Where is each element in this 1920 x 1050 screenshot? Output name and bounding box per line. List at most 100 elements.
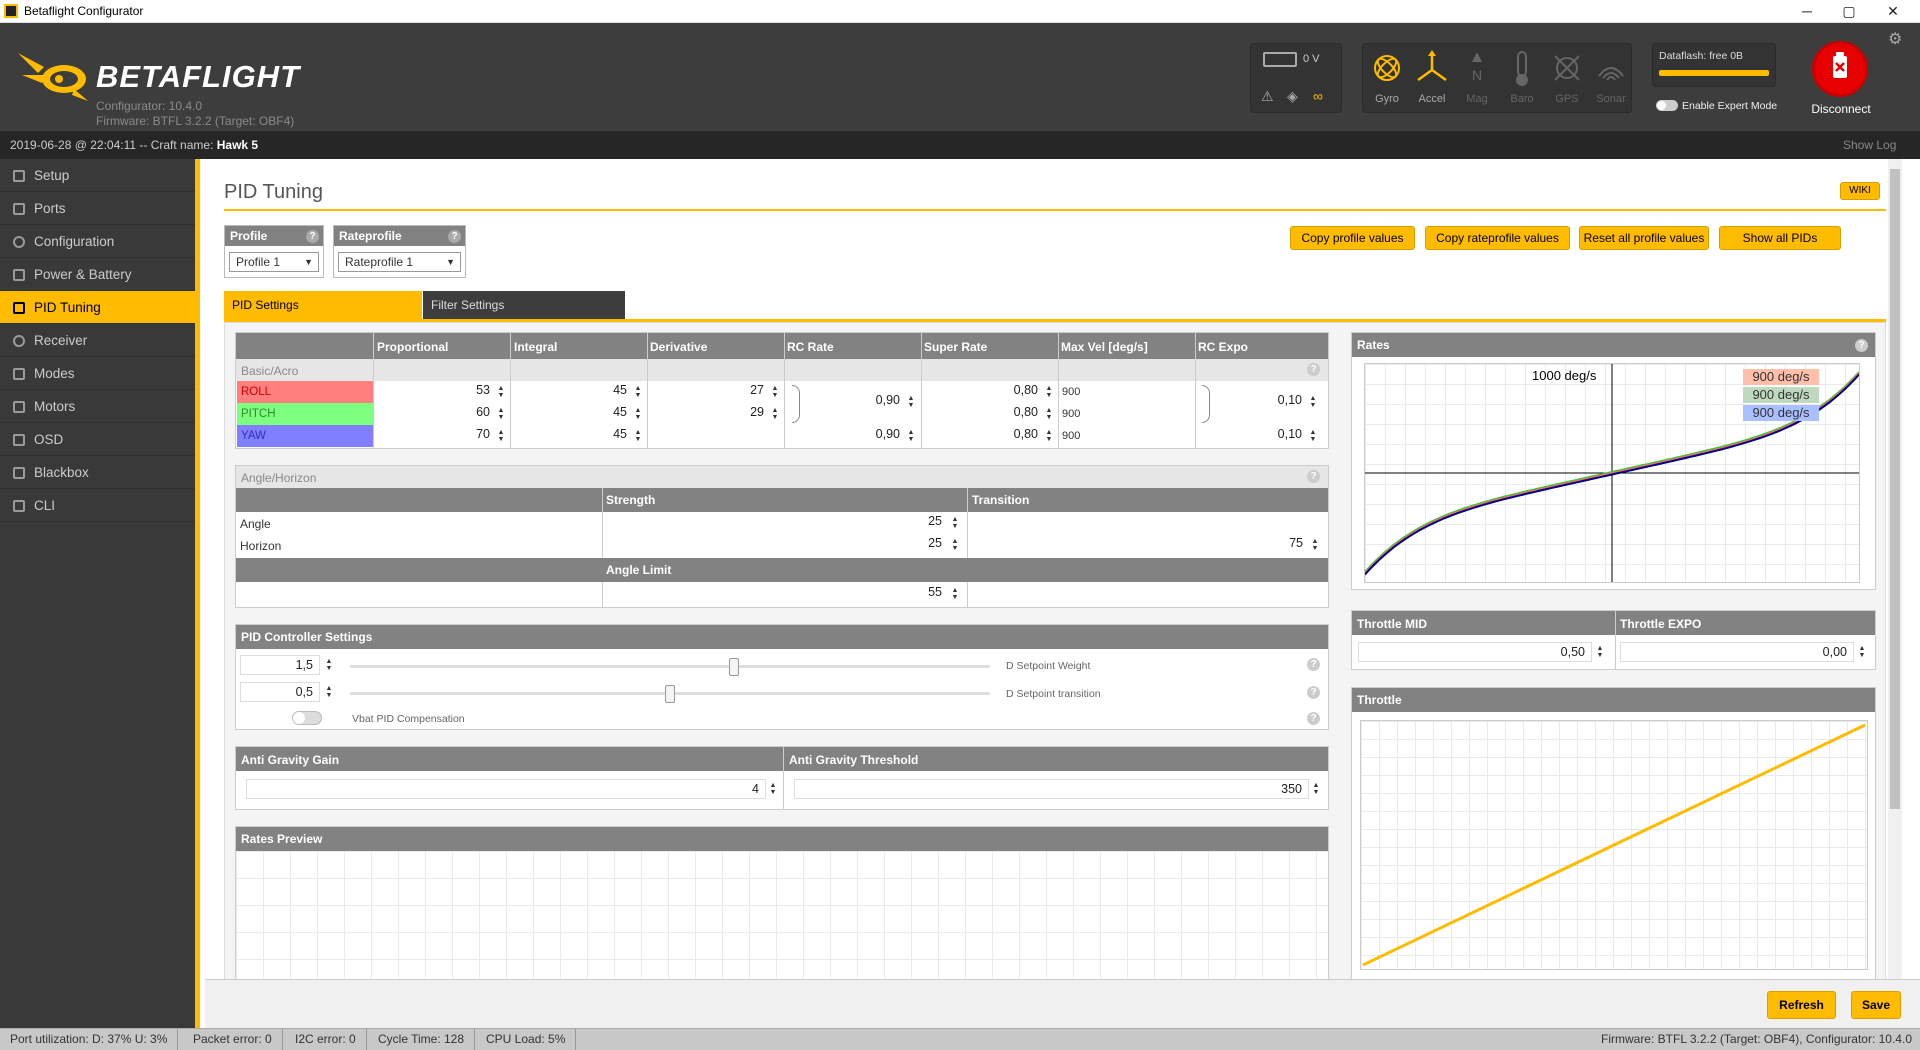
close-button[interactable]: ✕ (1870, 0, 1916, 22)
sidebar-item-receiver[interactable]: Receiver (0, 324, 195, 357)
help-icon[interactable]: ? (306, 230, 319, 243)
rates-preview-canvas[interactable] (236, 851, 1328, 979)
roll-i-input[interactable]: 45 (513, 383, 631, 401)
pitch-super-rate-input[interactable]: 0,80 (924, 405, 1042, 423)
tab-filter-settings[interactable]: Filter Settings (423, 291, 625, 319)
horizon-transition-input[interactable]: 75 (972, 536, 1307, 554)
roll-p-stepper[interactable]: ▲ ▼ (496, 385, 506, 399)
minimize-button[interactable]: ─ (1784, 0, 1830, 22)
horizon-strength-stepper[interactable]: ▲ ▼ (950, 538, 960, 552)
roll-d-stepper[interactable]: ▲ ▼ (770, 385, 780, 399)
yaw-rc-rate-input[interactable]: 0,90 (804, 427, 904, 445)
pitch-d-input[interactable]: 29 (650, 405, 768, 423)
sidebar-item-pid-tuning[interactable]: PID Tuning (0, 291, 195, 324)
disconnect-button[interactable] (1812, 41, 1868, 97)
horizon-transition-stepper[interactable]: ▲ ▼ (1310, 538, 1320, 552)
battery-icon (1263, 52, 1297, 67)
save-button[interactable]: Save (1851, 991, 1901, 1019)
sidebar-item-configuration[interactable]: Configuration (0, 225, 195, 258)
help-icon[interactable]: ? (1307, 712, 1320, 725)
yaw-i-stepper[interactable]: ▲ ▼ (633, 429, 643, 443)
setpoint-transition-slider-thumb[interactable] (665, 685, 675, 703)
rc-expo-stepper[interactable]: ▲ ▼ (1308, 395, 1318, 409)
yaw-rc-expo-stepper[interactable]: ▲ ▼ (1308, 429, 1318, 443)
sidebar-item-motors[interactable]: Motors (0, 390, 195, 423)
yaw-rc-expo-input[interactable]: 0,10 (1214, 427, 1306, 445)
anti-gravity-gain-stepper[interactable]: ▲ ▼ (768, 782, 778, 796)
sidebar-item-power-battery[interactable]: Power & Battery (0, 258, 195, 291)
maximize-button[interactable]: ▢ (1826, 0, 1872, 22)
roll-i-stepper[interactable]: ▲ ▼ (633, 385, 643, 399)
yaw-super-rate-stepper[interactable]: ▲ ▼ (1044, 429, 1054, 443)
sidebar-item-osd[interactable]: OSD (0, 423, 195, 456)
help-icon[interactable]: ? (1855, 339, 1868, 352)
help-icon[interactable]: ? (448, 230, 461, 243)
expert-mode-toggle[interactable] (1656, 100, 1678, 111)
content-scrollbar[interactable] (1888, 159, 1902, 979)
yaw-p-input[interactable]: 70 (376, 427, 494, 445)
copy-profile-button[interactable]: Copy profile values (1290, 226, 1415, 250)
roll-super-rate-stepper[interactable]: ▲ ▼ (1044, 385, 1054, 399)
refresh-button[interactable]: Refresh (1767, 991, 1836, 1019)
copy-rateprofile-button[interactable]: Copy rateprofile values (1425, 226, 1570, 250)
roll-pitch-rc-rate-input[interactable]: 0,90 (804, 393, 904, 411)
angle-limit-stepper[interactable]: ▲ ▼ (950, 587, 960, 601)
help-icon[interactable]: ? (1307, 686, 1320, 699)
sidebar-item-cli[interactable]: CLI (0, 489, 195, 522)
roll-super-rate-input[interactable]: 0,80 (924, 383, 1042, 401)
angle-strength-input[interactable]: 25 (606, 514, 946, 532)
angle-strength-stepper[interactable]: ▲ ▼ (950, 516, 960, 530)
horizon-strength-input[interactable]: 25 (606, 536, 946, 554)
pitch-p-input[interactable]: 60 (376, 405, 494, 423)
tab-pid-settings[interactable]: PID Settings (224, 291, 422, 319)
sidebar-item-blackbox[interactable]: Blackbox (0, 456, 195, 489)
setpoint-weight-slider[interactable] (350, 665, 990, 668)
anti-gravity-threshold-stepper[interactable]: ▲ ▼ (1311, 782, 1321, 796)
roll-d-input[interactable]: 27 (650, 383, 768, 401)
help-icon[interactable]: ? (1307, 470, 1320, 483)
help-icon[interactable]: ? (1307, 363, 1320, 376)
roll-pitch-rc-expo-input[interactable]: 0,10 (1214, 393, 1306, 411)
transition-header: Transition (972, 493, 1030, 507)
pitch-super-rate-stepper[interactable]: ▲ ▼ (1044, 407, 1054, 421)
yaw-p-stepper[interactable]: ▲ ▼ (496, 429, 506, 443)
throttle-mid-input[interactable]: 0,50 (1358, 642, 1592, 662)
sidebar-item-setup[interactable]: Setup (0, 159, 195, 192)
rateprofile-select[interactable]: Rateprofile 1 ▼ (338, 252, 461, 272)
sidebar-item-modes[interactable]: Modes (0, 357, 195, 390)
throttle-mid-stepper[interactable]: ▲ ▼ (1595, 645, 1605, 659)
pitch-d-stepper[interactable]: ▲ ▼ (770, 407, 780, 421)
pitch-p-stepper[interactable]: ▲ ▼ (496, 407, 506, 421)
settings-gear-icon[interactable]: ⚙ (1888, 29, 1902, 49)
sidebar-item-label: Configuration (34, 234, 115, 249)
setpoint-transition-input[interactable]: 0,5 (240, 682, 320, 702)
setpoint-weight-input[interactable]: 1,5 (240, 655, 320, 675)
show-log-link[interactable]: Show Log (1843, 138, 1896, 152)
setpoint-transition-stepper[interactable]: ▲ ▼ (324, 685, 334, 699)
pitch-i-stepper[interactable]: ▲ ▼ (633, 407, 643, 421)
yaw-i-input[interactable]: 45 (513, 427, 631, 445)
angle-limit-input[interactable]: 55 (606, 585, 946, 603)
setpoint-weight-slider-thumb[interactable] (729, 658, 739, 676)
throttle-expo-stepper[interactable]: ▲ ▼ (1857, 645, 1867, 659)
sidebar-item-label: Ports (34, 201, 66, 216)
help-icon[interactable]: ? (1307, 658, 1320, 671)
anti-gravity-threshold-input[interactable]: 350 (794, 779, 1309, 799)
wiki-button[interactable]: WIKI (1840, 182, 1880, 200)
yaw-rc-rate-stepper[interactable]: ▲ ▼ (906, 429, 916, 443)
sidebar-item-ports[interactable]: Ports (0, 192, 195, 225)
pitch-i-input[interactable]: 45 (513, 405, 631, 423)
reset-profile-button[interactable]: Reset all profile values (1579, 226, 1709, 250)
vbat-compensation-toggle[interactable] (292, 711, 322, 725)
scrollbar-thumb[interactable] (1890, 169, 1900, 809)
blackbox-icon (13, 467, 25, 479)
setpoint-weight-stepper[interactable]: ▲ ▼ (324, 658, 334, 672)
rc-rate-stepper[interactable]: ▲ ▼ (906, 395, 916, 409)
profile-select[interactable]: Profile 1 ▼ (229, 252, 319, 272)
anti-gravity-gain-input[interactable]: 4 (246, 779, 766, 799)
throttle-expo-input[interactable]: 0,00 (1620, 642, 1854, 662)
show-all-pids-button[interactable]: Show all PIDs (1719, 226, 1841, 250)
yaw-super-rate-input[interactable]: 0,80 (924, 427, 1042, 445)
sidebar-item-label: Power & Battery (34, 267, 132, 282)
roll-p-input[interactable]: 53 (376, 383, 494, 401)
